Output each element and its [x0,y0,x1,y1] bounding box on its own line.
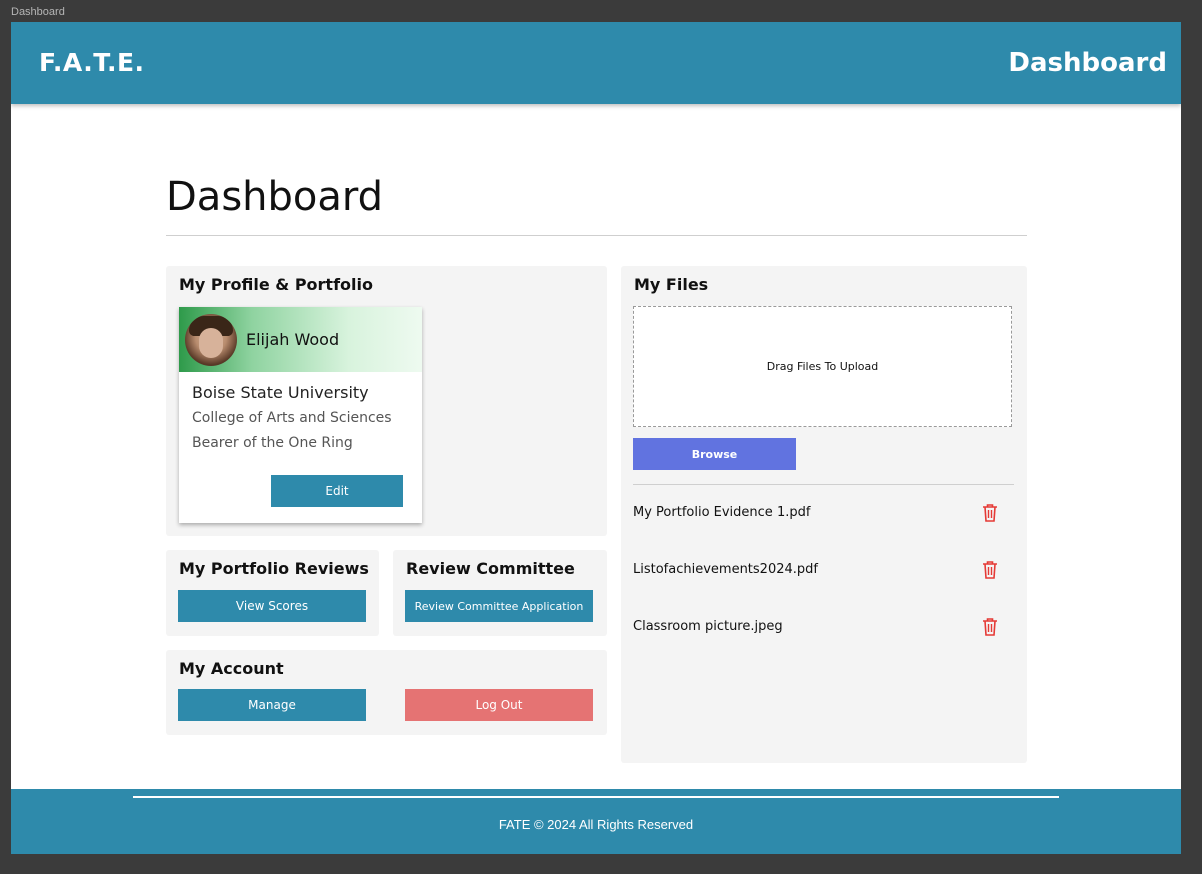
manage-account-button[interactable]: Manage [178,689,366,721]
file-row: My Portfolio Evidence 1.pdf [633,503,1014,525]
portfolio-reviews-title: My Portfolio Reviews [179,559,369,578]
review-committee-title: Review Committee [406,559,575,578]
file-dropzone[interactable]: Drag Files To Upload [633,306,1012,427]
account-panel-title: My Account [179,659,284,678]
file-row: Listofachievements2024.pdf [633,560,1014,582]
trash-icon[interactable] [982,561,998,579]
review-committee-application-button[interactable]: Review Committee Application [405,590,593,622]
profile-panel: My Profile & Portfolio Elijah Wood Boise… [166,266,607,536]
edit-profile-button[interactable]: Edit [271,475,403,507]
profile-card-header: Elijah Wood [179,307,422,372]
profile-panel-title: My Profile & Portfolio [179,275,373,294]
review-committee-panel: Review Committee Review Committee Applic… [393,550,607,636]
file-name[interactable]: Listofachievements2024.pdf [633,562,818,577]
profile-university: Boise State University [192,383,369,402]
profile-college: College of Arts and Sciences [192,410,392,426]
file-row: Classroom picture.jpeg [633,617,1014,639]
footer-divider [133,796,1059,798]
frame-label: Dashboard [11,6,65,18]
footer-copyright: FATE © 2024 All Rights Reserved [498,817,694,832]
profile-name: Elijah Wood [246,330,340,349]
files-divider [633,484,1014,485]
account-panel: My Account Manage Log Out [166,650,607,735]
file-name[interactable]: Classroom picture.jpeg [633,619,783,634]
profile-card: Elijah Wood Boise State University Colle… [179,307,422,523]
page-title: Dashboard [166,174,384,220]
app-frame: F.A.T.E. Dashboard Dashboard My Profile … [11,22,1181,854]
log-out-button[interactable]: Log Out [405,689,593,721]
browse-button[interactable]: Browse [633,438,796,470]
avatar [185,314,237,366]
trash-icon[interactable] [982,618,998,636]
files-panel: My Files Drag Files To Upload Browse My … [621,266,1027,763]
brand-logo-text[interactable]: F.A.T.E. [39,48,145,77]
dropzone-text: Drag Files To Upload [766,360,879,373]
profile-role: Bearer of the One Ring [192,435,353,451]
view-scores-button[interactable]: View Scores [178,590,366,622]
portfolio-reviews-panel: My Portfolio Reviews View Scores [166,550,379,636]
file-name[interactable]: My Portfolio Evidence 1.pdf [633,505,810,520]
top-nav-bar: F.A.T.E. Dashboard [11,22,1181,104]
footer: FATE © 2024 All Rights Reserved [11,789,1181,854]
files-panel-title: My Files [634,275,709,294]
title-divider [166,235,1027,236]
nav-page-title: Dashboard [1008,48,1167,78]
trash-icon[interactable] [982,504,998,522]
